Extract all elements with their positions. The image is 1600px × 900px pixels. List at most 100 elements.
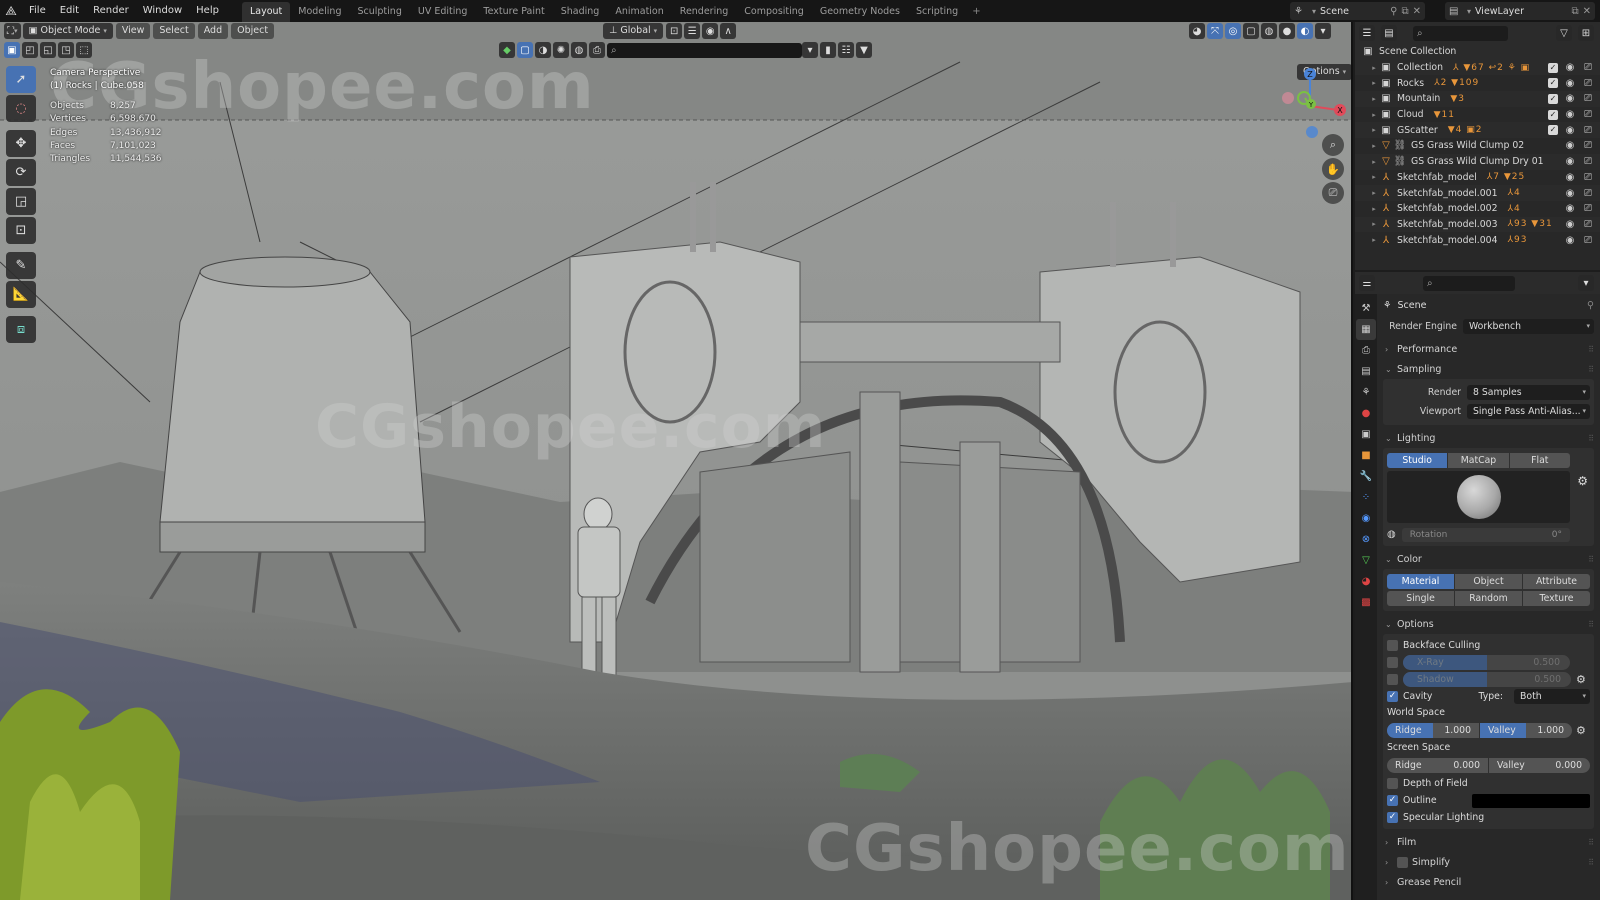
transform-orientation-selector[interactable]: ⊥ Global ▾ — [603, 23, 664, 39]
pin-icon[interactable]: ⚲ — [1390, 6, 1397, 17]
select-mode-extend[interactable]: ◰ — [22, 42, 38, 58]
panel-lighting[interactable]: ⌄ Lighting ⠿ — [1383, 428, 1594, 448]
tab-physics[interactable]: ◉ — [1356, 508, 1376, 529]
panel-sampling[interactable]: ⌄ Sampling ⠿ — [1383, 359, 1594, 379]
outliner-editor-type[interactable]: ☰ — [1359, 25, 1375, 41]
display-mode-button[interactable]: ☷ — [838, 42, 854, 58]
pan-view-button[interactable]: ✋ — [1322, 158, 1344, 180]
bookmark-button[interactable]: ▮ — [820, 42, 836, 58]
3d-viewport[interactable]: CGshopee.com CGshopee.com CGshopee.com ⛶… — [0, 22, 1353, 900]
expand-arrow-icon[interactable]: ▸ — [1369, 205, 1379, 213]
menu-edit[interactable]: Edit — [53, 0, 86, 22]
camera-icon[interactable]: ⎚ — [1582, 140, 1594, 151]
gizmo-toggle[interactable]: ⤧ — [1207, 23, 1223, 39]
drag-handle-icon[interactable]: ⠿ — [1588, 365, 1594, 374]
panel-grease-pencil[interactable]: › Grease Pencil — [1383, 872, 1594, 892]
pin-icon[interactable]: ⚲ — [1587, 300, 1594, 311]
panel-options[interactable]: ⌄ Options ⠿ — [1383, 614, 1594, 634]
outliner-root[interactable]: ▣ Scene Collection — [1355, 44, 1600, 60]
color-material[interactable]: Material — [1387, 574, 1455, 589]
lighting-flat[interactable]: Flat — [1509, 453, 1570, 468]
expand-arrow-icon[interactable]: ▸ — [1369, 95, 1379, 103]
blender-logo-icon[interactable]: ⟁ — [0, 0, 22, 22]
tab-modeling[interactable]: Modeling — [290, 2, 349, 22]
tab-animation[interactable]: Animation — [607, 2, 671, 22]
drag-handle-icon[interactable]: ⠿ — [1588, 620, 1594, 629]
shading-material[interactable]: ◐ — [1297, 23, 1313, 39]
scene-name[interactable]: Scene — [1320, 6, 1386, 17]
outliner-item[interactable]: ▸ ▣ Collection ⅄ ▼67 ↩2 ⚘ ▣ ✓ ◉ ⎚ — [1355, 59, 1600, 76]
select-mode-invert[interactable]: ⬚ — [76, 42, 92, 58]
drag-handle-icon[interactable]: ⠿ — [1588, 434, 1594, 443]
expand-arrow-icon[interactable]: ▸ — [1369, 173, 1379, 181]
color-random[interactable]: Random — [1455, 591, 1523, 606]
xray-slider[interactable]: X-Ray 0.500 — [1403, 655, 1570, 670]
select-menu[interactable]: Select — [153, 23, 195, 39]
panel-color[interactable]: ⌄ Color ⠿ — [1383, 549, 1594, 569]
tab-tool[interactable]: ⚒ — [1356, 298, 1376, 319]
tool-rotate[interactable]: ⟳ — [6, 159, 36, 186]
asset-search-input[interactable]: ⌕ — [607, 42, 802, 58]
tab-scene[interactable]: ⚘ — [1356, 382, 1376, 403]
filter-light-button[interactable]: ✺ — [553, 42, 569, 58]
camera-view-button[interactable]: ⎚ — [1322, 182, 1344, 204]
view-layer-selector[interactable]: ▤ ▾ ViewLayer ⧉ ✕ — [1445, 2, 1595, 20]
viewport-samples-select[interactable]: Single Pass Anti-Alias... ▾ — [1467, 404, 1590, 419]
camera-icon[interactable]: ⎚ — [1582, 109, 1594, 120]
tab-scripting[interactable]: Scripting — [908, 2, 966, 22]
tab-world[interactable]: ● — [1356, 403, 1376, 424]
filter-object-button[interactable]: ▢ — [517, 42, 533, 58]
eye-icon[interactable]: ◉ — [1564, 219, 1576, 230]
drag-handle-icon[interactable]: ⠿ — [1588, 555, 1594, 564]
tab-render[interactable]: ▦ — [1356, 319, 1376, 340]
proportional-editing-button[interactable]: ◉ — [702, 23, 719, 39]
outliner-item[interactable]: ▸ ⅄ Sketchfab_model ⅄7 ▼25 ◉ ⎚ — [1355, 170, 1600, 186]
tab-material[interactable]: ◕ — [1356, 571, 1376, 592]
eye-icon[interactable]: ◉ — [1564, 62, 1576, 73]
mode-selector[interactable]: ▣ Object Mode ▾ — [22, 23, 113, 39]
camera-icon[interactable]: ⎚ — [1582, 78, 1594, 89]
camera-icon[interactable]: ⎚ — [1582, 62, 1594, 73]
tool-measure[interactable]: 📐 — [6, 281, 36, 308]
camera-icon[interactable]: ⎚ — [1582, 219, 1594, 230]
editor-type-button[interactable]: ⛶ ▾ — [4, 23, 21, 39]
menu-file[interactable]: File — [22, 0, 53, 22]
filter-button[interactable]: ▼ — [856, 42, 872, 58]
tab-object[interactable]: ■ — [1356, 445, 1376, 466]
camera-icon[interactable]: ⎚ — [1582, 125, 1594, 136]
gear-icon[interactable]: ⚙ — [1577, 474, 1588, 488]
expand-arrow-icon[interactable]: ▸ — [1369, 126, 1379, 134]
expand-arrow-icon[interactable]: ▸ — [1369, 189, 1379, 197]
outliner-item[interactable]: ▸ ⅄ Sketchfab_model.001 ⅄4 ◉ ⎚ — [1355, 185, 1600, 201]
tab-sculpting[interactable]: Sculpting — [349, 2, 409, 22]
cavity-type-select[interactable]: Both ▾ — [1514, 689, 1590, 704]
copy-icon[interactable]: ⧉ — [1401, 6, 1408, 17]
camera-icon[interactable]: ⎚ — [1582, 172, 1594, 183]
eye-icon[interactable]: ◉ — [1564, 188, 1576, 199]
menu-render[interactable]: Render — [86, 0, 136, 22]
filter-world-button[interactable]: ◍ — [571, 42, 587, 58]
visibility-button[interactable]: ◕ — [1189, 23, 1205, 39]
expand-arrow-icon[interactable]: ▸ — [1369, 64, 1379, 72]
tab-view-layer[interactable]: ▤ — [1356, 361, 1376, 382]
overlay-toggle[interactable]: ◎ — [1225, 23, 1241, 39]
simplify-checkbox[interactable] — [1397, 856, 1408, 868]
panel-film[interactable]: › Film ⠿ — [1383, 832, 1594, 852]
falloff-button[interactable]: ∧ — [720, 23, 737, 39]
expand-arrow-icon[interactable]: ▸ — [1369, 220, 1379, 228]
shadow-slider[interactable]: Shadow 0.500 — [1403, 672, 1571, 687]
view-menu[interactable]: View — [115, 23, 151, 39]
tab-texture[interactable]: ▩ — [1356, 592, 1376, 613]
eye-icon[interactable]: ◉ — [1564, 109, 1576, 120]
outliner-search-input[interactable]: ⌕ — [1413, 25, 1508, 41]
copy-icon[interactable]: ⧉ — [1571, 6, 1578, 17]
outliner-item[interactable]: ▸ ⅄ Sketchfab_model.004 ⅄93 ◉ ⎚ — [1355, 232, 1600, 248]
world-ridge-field[interactable]: Ridge 1.000 — [1387, 723, 1479, 738]
camera-icon[interactable]: ⎚ — [1582, 203, 1594, 214]
expand-arrow-icon[interactable]: ▸ — [1369, 142, 1379, 150]
expand-arrow-icon[interactable]: ▸ — [1369, 111, 1379, 119]
eye-icon[interactable]: ◉ — [1564, 93, 1576, 104]
pivot-point-button[interactable]: ⊡ — [666, 23, 683, 39]
outline-color-swatch[interactable] — [1471, 793, 1590, 808]
exclude-checkbox[interactable]: ✓ — [1548, 125, 1558, 136]
